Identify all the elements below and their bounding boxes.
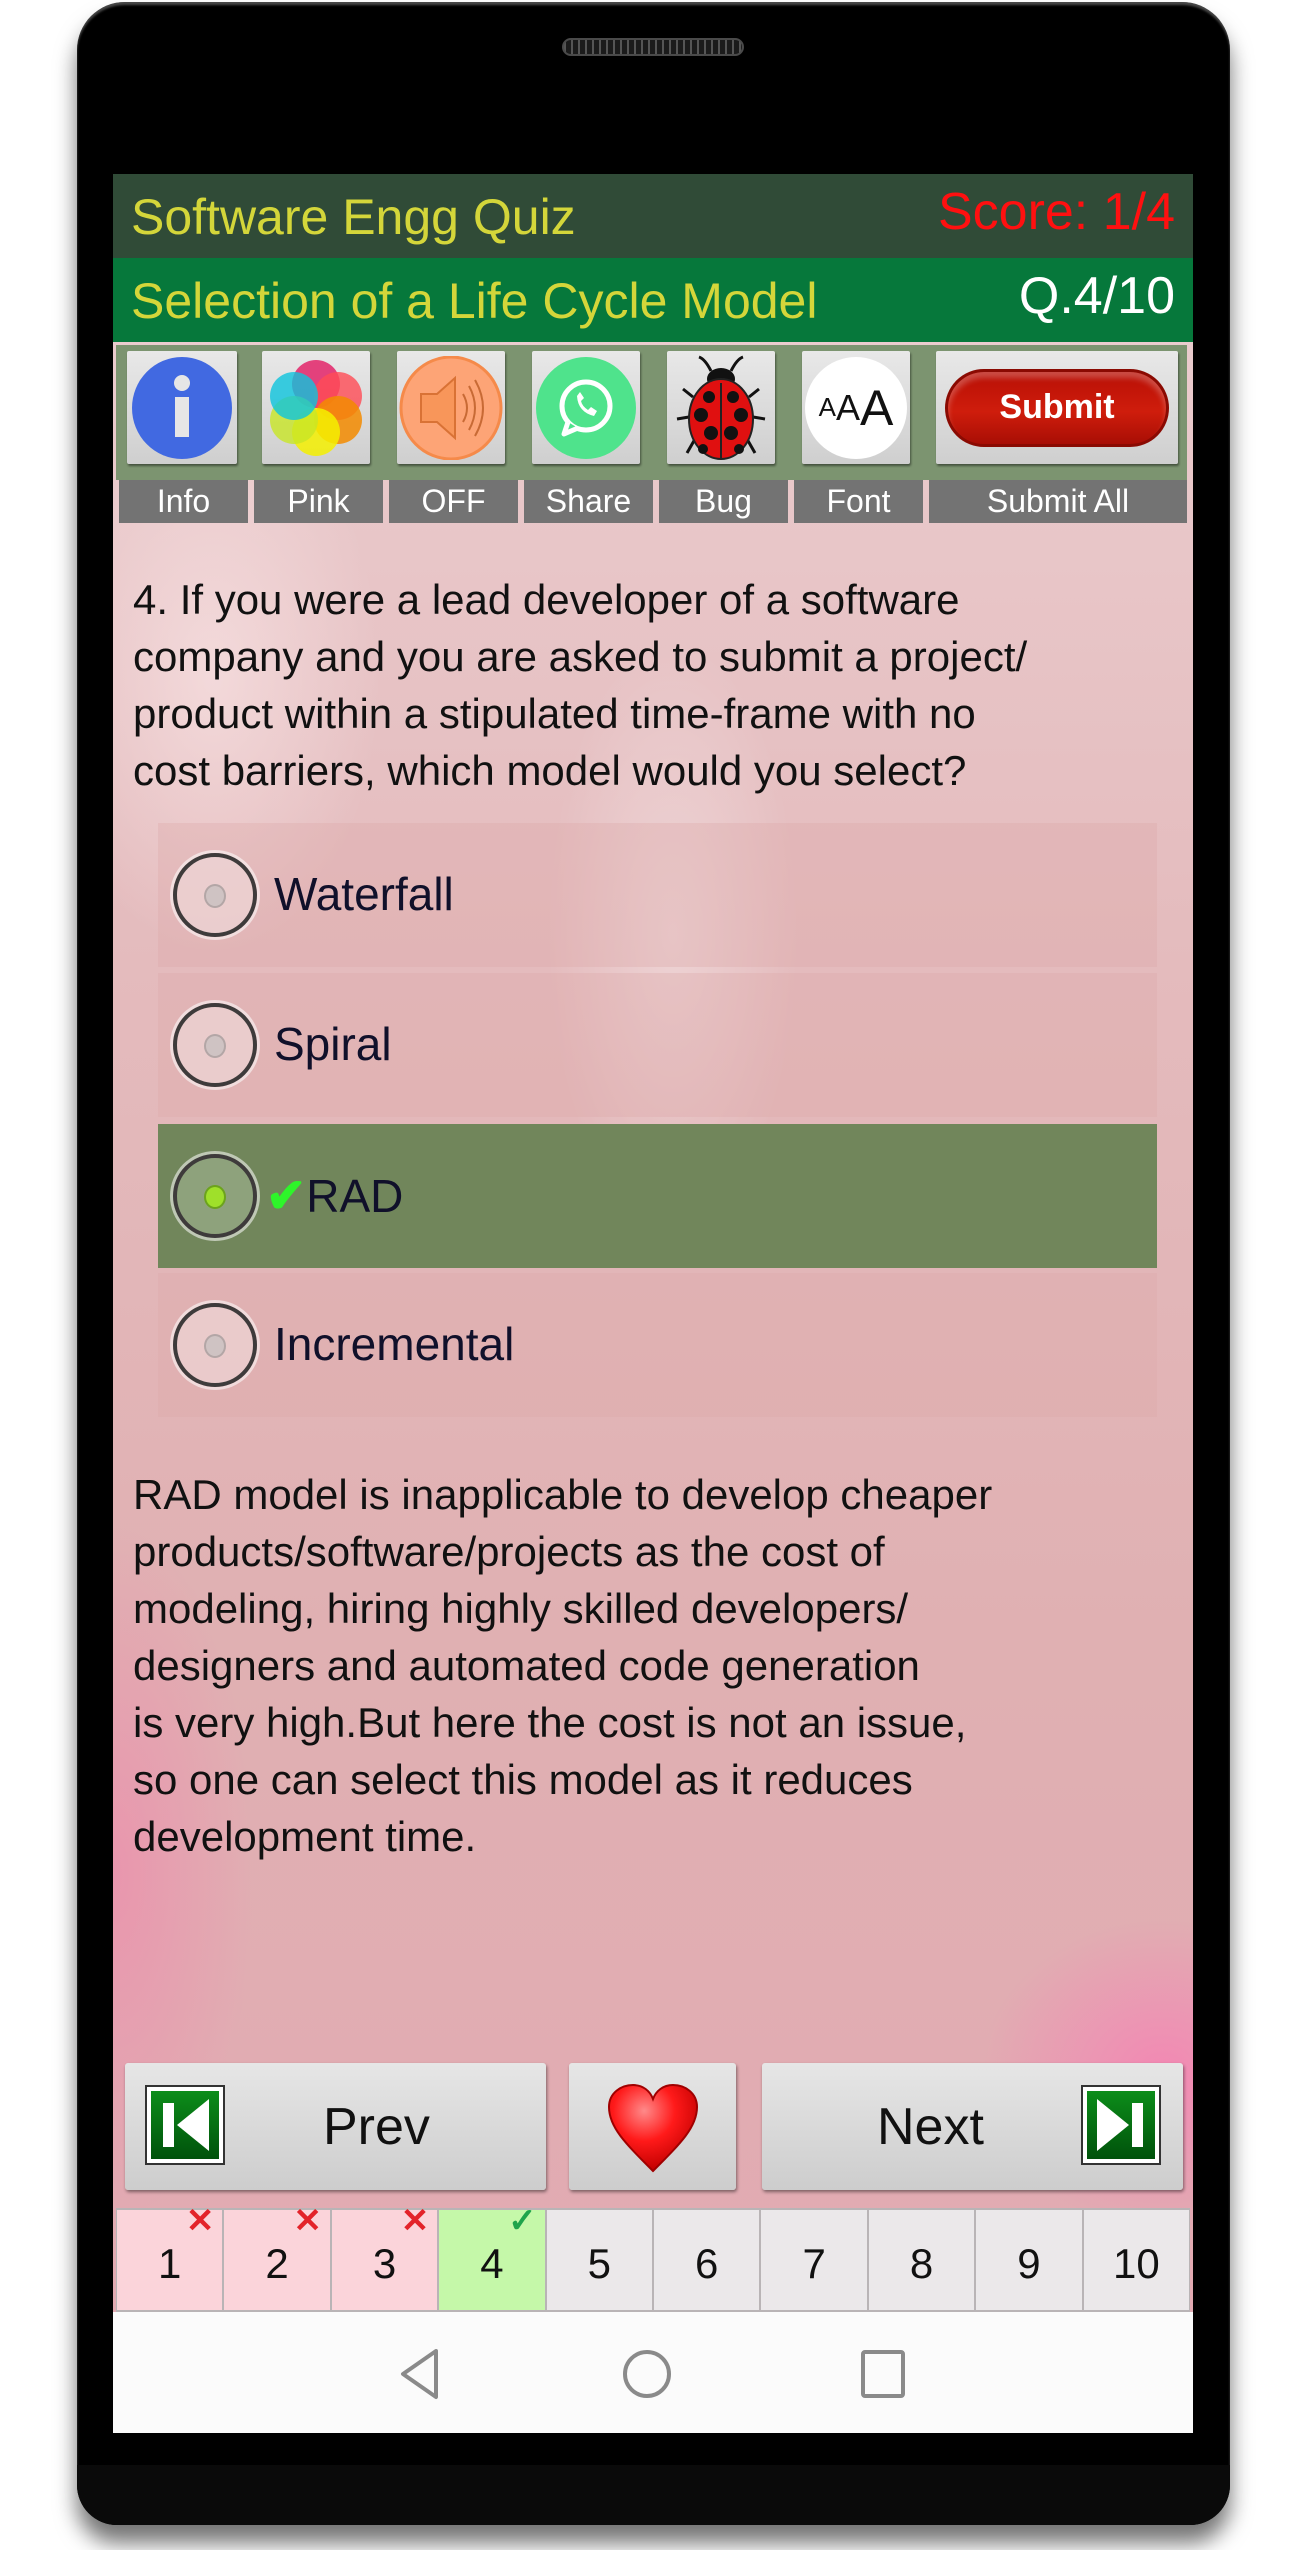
page-number: 6 bbox=[695, 2240, 719, 2287]
color-palette-icon bbox=[270, 359, 362, 456]
heart-icon bbox=[607, 2083, 699, 2173]
font-size-icon: AAA bbox=[805, 356, 907, 459]
page-number: 9 bbox=[1017, 2240, 1041, 2287]
question-counter: Q.4/10 bbox=[1018, 267, 1175, 325]
question-text: 4. If you were a lead developer of a sof… bbox=[133, 576, 1028, 794]
option-rad[interactable]: ✔RAD bbox=[158, 1124, 1157, 1268]
recents-icon[interactable] bbox=[859, 2348, 907, 2400]
option-spiral[interactable]: Spiral bbox=[158, 973, 1157, 1117]
submit-all-button[interactable]: Submit bbox=[936, 351, 1178, 464]
share-button[interactable] bbox=[532, 351, 640, 464]
page-button-9[interactable]: 9 bbox=[975, 2208, 1083, 2312]
page-button-8[interactable]: 8 bbox=[867, 2208, 976, 2312]
radio-button-selected[interactable] bbox=[173, 1154, 257, 1238]
label-bug: Bug bbox=[659, 480, 788, 523]
app-title: Software Engg Quiz bbox=[131, 189, 576, 245]
score-display: Score: 1/4 bbox=[937, 183, 1175, 241]
skip-forward-icon bbox=[1081, 2085, 1161, 2165]
page-number: 1 bbox=[158, 2240, 182, 2287]
next-button[interactable]: Next bbox=[762, 2063, 1183, 2190]
page-number: 5 bbox=[587, 2240, 611, 2287]
page-button-10[interactable]: 10 bbox=[1082, 2208, 1191, 2312]
next-label: Next bbox=[877, 2098, 984, 2156]
font-size-button[interactable]: AAA bbox=[802, 351, 910, 464]
favorite-button[interactable] bbox=[569, 2063, 736, 2190]
app-screen: Software Engg Quiz Score: 1/4 Selection … bbox=[113, 174, 1193, 2433]
wrong-x-icon: ✕ bbox=[185, 2202, 215, 2240]
phone-chin bbox=[77, 2465, 1230, 2525]
page-button-5[interactable]: 5 bbox=[545, 2208, 654, 2312]
option-label: Spiral bbox=[274, 1018, 392, 1070]
page-number: 10 bbox=[1113, 2240, 1160, 2287]
page-number: 7 bbox=[802, 2240, 826, 2287]
label-font: Font bbox=[794, 480, 923, 523]
label-info: Info bbox=[119, 480, 248, 523]
option-label: Incremental bbox=[274, 1318, 515, 1370]
option-incremental[interactable]: Incremental bbox=[158, 1273, 1157, 1417]
report-bug-button[interactable] bbox=[667, 351, 775, 464]
answer-explanation: RAD model is inapplicable to develop che… bbox=[133, 1471, 993, 1860]
theme-button[interactable] bbox=[262, 351, 370, 464]
radio-button[interactable] bbox=[173, 1303, 257, 1387]
topic-title: Selection of a Life Cycle Model bbox=[131, 273, 818, 329]
whatsapp-share-icon bbox=[536, 356, 636, 459]
phone-speaker bbox=[562, 38, 744, 56]
label-sound: OFF bbox=[389, 480, 518, 523]
correct-check-icon: ✓ bbox=[508, 2202, 537, 2240]
question-pager: 1 ✕ 2 ✕ 3 ✕ 4 ✓ 5 6 7 8 9 10 bbox=[116, 2204, 1191, 2312]
label-submit-all: Submit All bbox=[929, 480, 1187, 523]
speaker-icon bbox=[399, 355, 503, 460]
home-icon[interactable] bbox=[621, 2348, 673, 2400]
skip-back-icon bbox=[145, 2085, 225, 2165]
label-theme: Pink bbox=[254, 480, 383, 523]
page-button-2[interactable]: 2 ✕ bbox=[223, 2204, 331, 2312]
wrong-x-icon: ✕ bbox=[400, 2202, 430, 2240]
prev-label: Prev bbox=[323, 2098, 430, 2156]
prev-button[interactable]: Prev bbox=[125, 2063, 546, 2190]
info-icon bbox=[132, 356, 232, 459]
back-icon[interactable] bbox=[398, 2348, 442, 2400]
page-button-4[interactable]: 4 ✓ bbox=[438, 2204, 546, 2312]
radio-button[interactable] bbox=[173, 853, 257, 937]
correct-check-icon: ✔ bbox=[266, 1170, 307, 1223]
topic-bar: Selection of a Life Cycle Model Q.4/10 bbox=[113, 258, 1193, 342]
radio-button[interactable] bbox=[173, 1003, 257, 1087]
option-label: Waterfall bbox=[274, 868, 454, 920]
page-number: 3 bbox=[372, 2240, 397, 2287]
submit-icon: Submit bbox=[945, 368, 1169, 447]
toolbar-labels: Info Pink OFF Share Bug Font Submit All bbox=[113, 480, 1193, 523]
page-button-1[interactable]: 1 ✕ bbox=[116, 2204, 224, 2312]
option-waterfall[interactable]: Waterfall bbox=[158, 823, 1157, 967]
label-share: Share bbox=[524, 480, 653, 523]
system-nav-bar bbox=[113, 2312, 1193, 2433]
info-button[interactable] bbox=[127, 351, 237, 464]
ladybug-icon bbox=[676, 355, 766, 460]
page-number: 4 bbox=[480, 2240, 504, 2287]
page-number: 8 bbox=[909, 2240, 934, 2287]
submit-button-text: Submit bbox=[999, 388, 1115, 426]
toolbar: AAA Submit bbox=[116, 345, 1187, 480]
wrong-x-icon: ✕ bbox=[293, 2202, 322, 2240]
title-bar: Software Engg Quiz Score: 1/4 bbox=[113, 174, 1193, 258]
page-button-3[interactable]: 3 ✕ bbox=[330, 2204, 439, 2312]
page-button-6[interactable]: 6 bbox=[653, 2208, 761, 2312]
page-number: 2 bbox=[265, 2240, 289, 2287]
option-label-correct: ✔RAD bbox=[266, 1168, 403, 1224]
option-label: RAD bbox=[306, 1170, 404, 1222]
page-button-7[interactable]: 7 bbox=[760, 2208, 868, 2312]
sound-toggle-button[interactable] bbox=[397, 351, 505, 464]
